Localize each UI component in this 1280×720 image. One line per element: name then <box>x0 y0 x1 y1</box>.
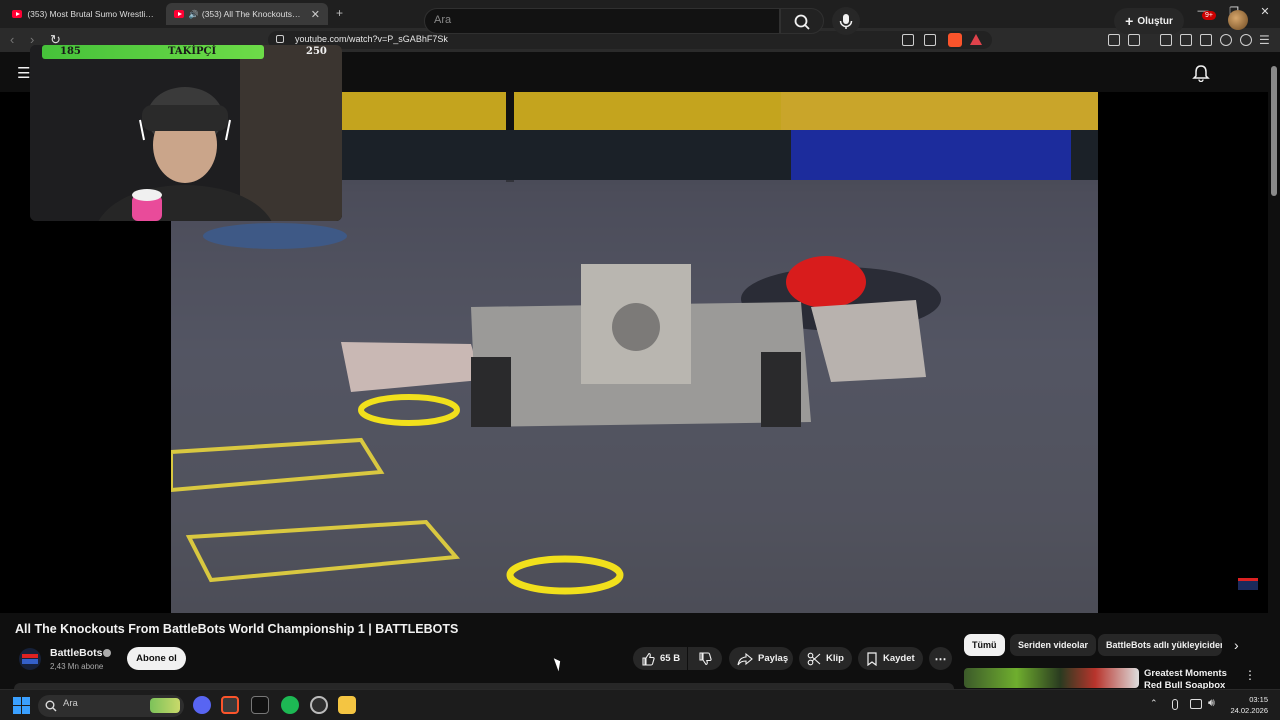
chips-next-icon[interactable]: › <box>1234 637 1239 653</box>
tab-title: (353) All The Knockouts From <box>201 9 303 19</box>
browser-tab-active[interactable]: 🔊 (353) All The Knockouts From ✕ <box>166 3 328 25</box>
thumbs-up-icon <box>642 652 655 666</box>
search-button[interactable] <box>780 8 824 34</box>
recommended-menu-icon[interactable]: ⋮ <box>1244 668 1256 682</box>
follower-goal: 250 <box>306 46 327 57</box>
clock-time: 03:15 <box>1249 695 1268 704</box>
media-icon[interactable] <box>1160 34 1172 46</box>
video-title: All The Knockouts From BattleBots World … <box>15 622 459 636</box>
brave-browser-icon[interactable] <box>221 696 239 714</box>
tray-chevron-icon[interactable]: ⌃ <box>1150 698 1158 709</box>
webcam-overlay <box>30 45 342 221</box>
save-label: Kaydet <box>883 653 915 664</box>
tab-title: (353) Most Brutal Sumo Wrestling Fi <box>27 9 156 19</box>
browser-tab[interactable]: (353) Most Brutal Sumo Wrestling Fi <box>4 3 164 25</box>
hamburger-menu-icon[interactable]: ☰ <box>17 64 30 82</box>
follower-current: 185 <box>60 46 81 57</box>
leo-ai-icon[interactable] <box>1220 34 1232 46</box>
search-placeholder: Ara <box>434 14 452 26</box>
microphone-icon <box>839 14 853 29</box>
brave-rewards-icon[interactable] <box>970 34 982 45</box>
subscribe-button[interactable]: Abone ol <box>127 647 186 670</box>
chip-uploader[interactable]: BattleBots adlı yükleyiciden <box>1098 634 1222 656</box>
battlebots-watermark <box>1238 578 1258 590</box>
save-button[interactable]: Kaydet <box>858 647 923 670</box>
chip-series[interactable]: Seriden videolar <box>1010 634 1097 656</box>
spotify-icon[interactable] <box>281 696 299 714</box>
notification-count-badge: 9+ <box>1202 11 1216 20</box>
windows-taskbar: ⌃ 🔊︎ 03:15 24.02.2026 <box>0 689 1280 720</box>
follower-label: TAKİPÇİ <box>168 46 217 57</box>
speaker-icon: 🔊 <box>188 9 199 19</box>
scrollbar-thumb[interactable] <box>1271 66 1277 196</box>
like-button[interactable]: 65 B <box>633 647 687 670</box>
system-clock[interactable]: 03:15 24.02.2026 <box>1230 694 1268 716</box>
chip-all[interactable]: Tümü <box>964 634 1005 656</box>
url-text[interactable]: youtube.com/watch?v=P_sGABhF7Sk <box>295 34 448 44</box>
cast-icon[interactable] <box>902 34 914 46</box>
bell-icon <box>1192 65 1210 83</box>
volume-icon[interactable]: 🔊︎ <box>1208 697 1215 710</box>
recommended-title-line2[interactable]: Red Bull Soapbox <box>1144 680 1225 689</box>
recommended-thumbnail[interactable] <box>964 668 1139 688</box>
channel-avatar[interactable] <box>19 648 41 670</box>
notifications-button[interactable] <box>1192 64 1210 87</box>
scissors-icon <box>807 652 821 665</box>
mouse-cursor-icon <box>553 656 564 672</box>
brave-shield-icon[interactable] <box>948 33 962 47</box>
network-icon[interactable] <box>1190 699 1202 709</box>
share-icon <box>737 652 753 665</box>
vpn-icon[interactable] <box>1240 34 1252 46</box>
app-icon[interactable] <box>251 696 269 714</box>
youtube-favicon-icon <box>174 10 184 18</box>
windows-start-icon[interactable] <box>13 697 30 714</box>
search-icon <box>794 14 810 30</box>
clip-label: Klip <box>826 653 844 664</box>
thumbs-down-icon <box>699 651 712 665</box>
taskbar-search-placeholder: Ara <box>63 698 78 709</box>
screenshot-icon[interactable] <box>1128 34 1140 46</box>
clip-button[interactable]: Klip <box>799 647 852 670</box>
share-label: Paylaş <box>758 653 789 664</box>
tray-mic-icon[interactable] <box>1172 699 1178 710</box>
search-highlight-icon <box>150 698 180 713</box>
youtube-favicon-icon <box>12 10 23 18</box>
plus-icon: + <box>1125 13 1134 29</box>
more-actions-icon[interactable]: ⋯ <box>929 647 952 670</box>
recommended-title[interactable]: Greatest Moments <box>1144 668 1227 679</box>
clock-date: 24.02.2026 <box>1230 706 1268 715</box>
back-icon[interactable]: ‹ <box>10 32 14 47</box>
wallet-icon[interactable] <box>1200 34 1212 46</box>
search-input[interactable] <box>424 8 780 34</box>
taskbar-search-icon <box>45 700 57 712</box>
create-label: Oluştur <box>1137 15 1173 27</box>
share-button[interactable]: Paylaş <box>729 647 793 670</box>
new-tab-button[interactable]: + <box>336 6 343 20</box>
dislike-button[interactable] <box>688 647 722 670</box>
create-button[interactable]: + Oluştur <box>1114 8 1184 34</box>
channel-name[interactable]: BattleBots <box>50 647 103 659</box>
bookmark-icon <box>867 651 877 666</box>
site-info-icon[interactable] <box>276 35 284 43</box>
subscriber-count: 2,43 Mn abone <box>50 662 104 671</box>
sidebar-icon[interactable] <box>1180 34 1192 46</box>
share-page-icon[interactable] <box>924 34 936 46</box>
voice-search-button[interactable] <box>832 7 860 35</box>
extensions-icon[interactable] <box>1108 34 1120 46</box>
verified-icon <box>103 649 111 657</box>
webcam-image <box>30 45 342 221</box>
account-avatar[interactable] <box>1228 10 1248 30</box>
obs-icon[interactable] <box>310 696 328 714</box>
like-count: 65 B <box>660 653 681 664</box>
file-explorer-icon[interactable] <box>338 696 356 714</box>
close-window-button[interactable]: ✕ <box>1248 5 1280 18</box>
discord-icon[interactable] <box>193 696 211 714</box>
close-tab-icon[interactable]: ✕ <box>311 8 320 21</box>
menu-icon[interactable]: ☰ <box>1259 33 1270 47</box>
